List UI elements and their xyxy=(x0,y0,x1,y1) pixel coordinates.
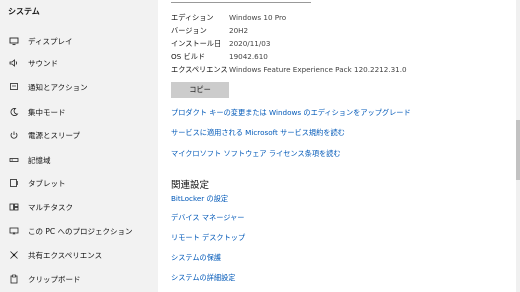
sidebar-item-shared-experience[interactable]: 共有エクスペリエンス xyxy=(0,245,158,265)
sidebar-item-label: タブレット xyxy=(28,178,66,188)
sidebar-item-label: 通知とアクション xyxy=(28,82,88,92)
link-device-manager[interactable]: デバイス マネージャー xyxy=(171,213,244,223)
spec-key: インストール日 xyxy=(171,39,222,48)
sidebar-item-power[interactable]: 電源とスリープ xyxy=(0,125,158,145)
clipped-heading xyxy=(171,0,311,3)
spec-key: バージョン xyxy=(171,26,207,35)
sidebar-item-label: 記憶域 xyxy=(28,155,51,165)
sidebar-item-label: 集中モード xyxy=(28,107,66,117)
main-content: エディション Windows 10 Pro バージョン 20H2 インストール日… xyxy=(158,0,520,292)
notification-icon xyxy=(8,81,20,93)
focus-moon-icon xyxy=(8,106,20,118)
sidebar-item-focus[interactable]: 集中モード xyxy=(0,102,158,122)
spec-key: エディション xyxy=(171,13,214,22)
vertical-scrollbar[interactable] xyxy=(516,0,520,292)
link-service-agreement[interactable]: サービスに適用される Microsoft サービス規約を読む xyxy=(171,128,345,138)
link-license-terms[interactable]: マイクロソフト ソフトウェア ライセンス条項を読む xyxy=(171,149,341,159)
link-system-protection[interactable]: システムの保護 xyxy=(171,253,221,263)
multitask-icon xyxy=(8,201,20,213)
shared-experience-icon xyxy=(8,249,20,261)
sidebar-item-projection[interactable]: この PC へのプロジェクション xyxy=(0,221,158,241)
scrollbar-thumb[interactable] xyxy=(516,120,520,180)
spec-key: OS ビルド xyxy=(171,52,206,61)
sidebar-item-clipboard[interactable]: クリップボード xyxy=(0,269,158,289)
spec-value: Windows Feature Experience Pack 120.2212… xyxy=(229,65,407,74)
spec-value: 2020/11/03 xyxy=(229,39,271,48)
link-bitlocker[interactable]: BitLocker の設定 xyxy=(171,194,228,204)
sidebar-item-storage[interactable]: 記憶域 xyxy=(0,150,158,170)
projection-icon xyxy=(8,225,20,237)
spec-row-edition: エディション Windows 10 Pro xyxy=(171,13,286,25)
sidebar-item-tablet[interactable]: タブレット xyxy=(0,173,158,193)
sidebar-item-multitask[interactable]: マルチタスク xyxy=(0,197,158,217)
spec-row-version: バージョン 20H2 xyxy=(171,26,248,38)
clipboard-icon xyxy=(8,273,20,285)
spec-row-install-date: インストール日 2020/11/03 xyxy=(171,39,270,51)
display-icon xyxy=(8,35,20,47)
sidebar-title: システム xyxy=(8,7,40,16)
spec-row-experience: エクスペリエンス Windows Feature Experience Pack… xyxy=(171,65,407,77)
sidebar-item-label: クリップボード xyxy=(28,274,81,284)
sidebar-item-sound[interactable]: サウンド xyxy=(0,53,158,73)
sidebar-item-label: 電源とスリープ xyxy=(28,130,81,140)
tablet-icon xyxy=(8,177,20,189)
sidebar-item-label: この PC へのプロジェクション xyxy=(28,226,133,236)
sidebar-item-label: サウンド xyxy=(28,58,58,68)
sidebar-item-label: ディスプレイ xyxy=(28,36,73,46)
spec-value: 20H2 xyxy=(229,26,249,35)
sidebar-item-label: マルチタスク xyxy=(28,202,73,212)
storage-icon xyxy=(8,154,20,166)
power-icon xyxy=(8,129,20,141)
related-settings-title: 関連設定 xyxy=(171,180,210,191)
link-remote-desktop[interactable]: リモート デスクトップ xyxy=(171,233,245,243)
sidebar-item-label: 共有エクスペリエンス xyxy=(28,250,103,260)
spec-value: Windows 10 Pro xyxy=(229,13,287,22)
copy-button[interactable]: コピー xyxy=(171,82,229,98)
link-advanced-system-settings[interactable]: システムの詳細設定 xyxy=(171,273,235,283)
spec-key: エクスペリエンス xyxy=(171,65,228,74)
spec-value: 19042.610 xyxy=(229,52,268,61)
sound-icon xyxy=(8,57,20,69)
link-change-product-key[interactable]: プロダクト キーの変更または Windows のエディションをアップグレード xyxy=(171,108,411,118)
sidebar: システム ディスプレイ サウンド 通知とアクション 集中モード 電源とスリープ xyxy=(0,0,158,292)
sidebar-item-display[interactable]: ディスプレイ xyxy=(0,31,158,51)
sidebar-item-notifications[interactable]: 通知とアクション xyxy=(0,77,158,97)
spec-row-os-build: OS ビルド 19042.610 xyxy=(171,52,268,64)
